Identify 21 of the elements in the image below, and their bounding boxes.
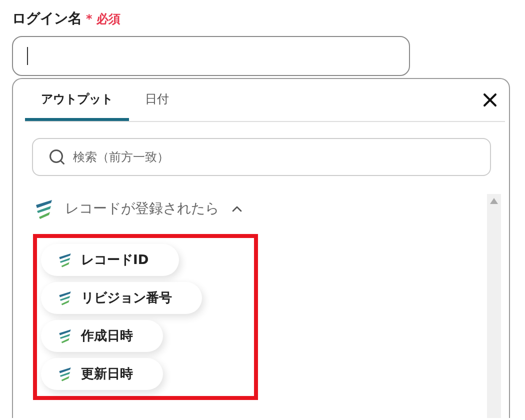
text-cursor	[27, 47, 28, 65]
swirl-logo-icon	[57, 252, 73, 268]
swirl-logo-icon	[33, 198, 55, 220]
tab[interactable]: アウトプット	[25, 79, 129, 121]
tab[interactable]: 日付	[129, 79, 185, 121]
required-label: 必須	[96, 10, 120, 28]
swirl-logo-icon	[57, 290, 73, 306]
login-name-field[interactable]	[12, 36, 410, 76]
output-item[interactable]: 作成日時	[41, 320, 163, 352]
swirl-logo-icon	[57, 328, 73, 344]
section-header[interactable]: レコードが登録されたら	[33, 194, 245, 224]
field-label: ログイン名	[12, 10, 82, 28]
swirl-logo-icon	[57, 366, 73, 382]
required-mark: *	[86, 12, 92, 26]
output-item[interactable]: 更新日時	[41, 358, 163, 390]
output-item[interactable]: リビジョン番号	[41, 282, 202, 314]
scrollbar[interactable]	[487, 194, 501, 418]
output-item[interactable]: レコードID	[41, 244, 179, 276]
search-icon	[48, 148, 66, 166]
search-field[interactable]: 検索（前方一致）	[32, 138, 491, 176]
scroll-up-icon	[490, 198, 498, 204]
